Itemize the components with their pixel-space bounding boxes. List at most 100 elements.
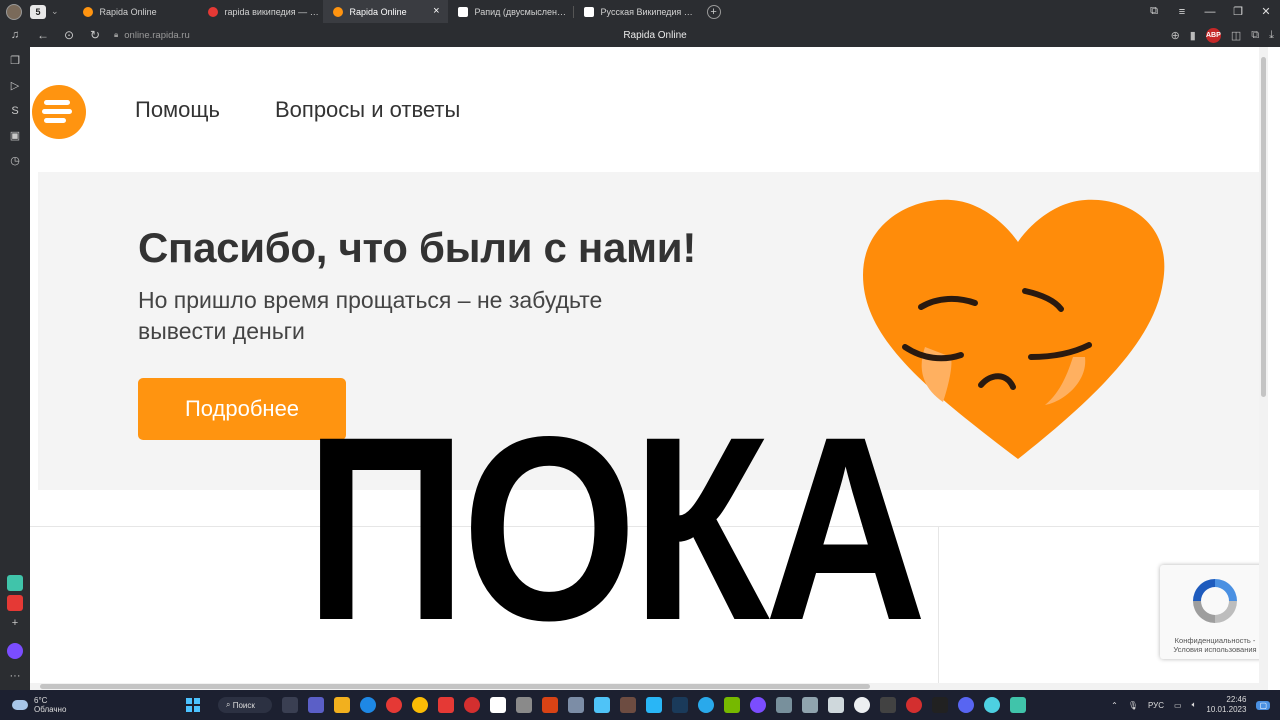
notepad-icon[interactable] — [646, 697, 662, 713]
pinned-apps — [282, 697, 1026, 713]
volume-icon[interactable]: 🔈︎ — [1192, 700, 1197, 710]
opera-icon[interactable] — [386, 697, 402, 713]
chat-icon[interactable] — [308, 697, 324, 713]
settings-icon[interactable] — [776, 697, 792, 713]
app-icon[interactable] — [594, 697, 610, 713]
url-field[interactable]: 🔒︎ online.rapida.ru — [114, 30, 190, 41]
alice-icon[interactable] — [7, 643, 23, 659]
app-icon[interactable] — [984, 697, 1000, 713]
search-label: Поиск — [232, 700, 255, 710]
start-button[interactable] — [186, 698, 200, 712]
share-icon[interactable]: ⧉ — [1251, 29, 1259, 42]
collections-icon[interactable]: ⧉ — [1140, 5, 1168, 18]
nav-help-link[interactable]: Помощь — [135, 97, 220, 123]
camera-icon[interactable] — [802, 697, 818, 713]
rapida-logo[interactable] — [32, 85, 86, 139]
play-icon[interactable]: ▷ — [7, 78, 23, 94]
chevron-down-icon[interactable]: ⌄ — [51, 6, 59, 17]
download-icon[interactable]: ⤓ — [1269, 29, 1274, 42]
wikipedia-favicon-icon — [583, 6, 594, 17]
screenshot-icon[interactable]: ▣ — [7, 128, 23, 144]
pages-icon[interactable]: ❐ — [7, 53, 23, 69]
youtube-icon[interactable] — [7, 595, 23, 611]
yandex-browser-icon[interactable] — [490, 697, 506, 713]
nav-faq-link[interactable]: Вопросы и ответы — [275, 97, 460, 123]
browser-tab[interactable]: Рапид (двусмысленность) — [448, 0, 573, 23]
browser-tab[interactable]: Русская Википедия - Вики — [574, 0, 699, 23]
reader-icon[interactable]: ⊕ — [1171, 29, 1180, 42]
notifications-icon[interactable]: ▢ — [1256, 700, 1270, 710]
bell-icon[interactable]: ♫ — [7, 27, 23, 43]
chrome-icon[interactable] — [412, 697, 428, 713]
clock[interactable]: 22:46 10.01.2023 — [1206, 695, 1246, 715]
horizontal-scrollbar[interactable] — [30, 683, 1268, 690]
more-icon[interactable]: ··· — [7, 668, 23, 684]
system-tray: ⌃ 🎙︎ РУС ▭ 🔈︎ 22:46 10.01.2023 ▢ — [1111, 690, 1270, 720]
tab-counter[interactable]: 5 ⌄ — [6, 3, 59, 21]
app-icon[interactable] — [516, 697, 532, 713]
reload-icon[interactable]: ↻ — [82, 28, 108, 42]
url-text: online.rapida.ru — [124, 29, 190, 41]
alice-icon[interactable] — [750, 697, 766, 713]
back-icon[interactable]: ← — [30, 28, 56, 42]
app-icon[interactable] — [568, 697, 584, 713]
temperature: 6°C — [34, 696, 48, 705]
lock-icon: 🔒︎ — [114, 30, 119, 39]
browser-tab-active[interactable]: Rapida Online × — [322, 0, 448, 23]
explorer-icon[interactable] — [334, 697, 350, 713]
nvidia-icon[interactable] — [724, 697, 740, 713]
ea-icon[interactable] — [464, 697, 480, 713]
browser-tab-strip: 5 ⌄ Rapida Online rapida википедия — Янд… — [0, 0, 1280, 23]
profile-avatar[interactable] — [6, 3, 22, 20]
task-view-icon[interactable] — [282, 697, 298, 713]
telegram-icon[interactable] — [698, 697, 714, 713]
epic-games-icon[interactable] — [932, 697, 948, 713]
weather-widget[interactable]: 6°C Облачно — [12, 696, 66, 714]
office-icon[interactable] — [542, 697, 558, 713]
app-icon[interactable] — [620, 697, 636, 713]
edge-icon[interactable] — [360, 697, 376, 713]
history-icon[interactable]: ◷ — [7, 153, 23, 169]
bookmark-icon[interactable]: ▮ — [1190, 29, 1196, 42]
browser-sidebar: ♫ ❐ ▷ S ▣ ◷ + ··· — [0, 23, 30, 690]
recaptcha-badge[interactable]: Конфиденциальность - Условия использован… — [1160, 565, 1268, 659]
adblock-icon[interactable]: ABP — [1205, 27, 1221, 43]
restore-icon[interactable]: ❐ — [1224, 5, 1252, 18]
add-panel-icon[interactable]: + — [7, 615, 23, 631]
app-icon[interactable] — [880, 697, 896, 713]
yandex-icon[interactable] — [438, 697, 454, 713]
time: 22:46 — [1226, 695, 1247, 704]
network-icon[interactable]: ▭ — [1174, 701, 1182, 710]
overlay-caption: ПОКА — [305, 382, 927, 675]
page-title: Rapida Online — [623, 29, 687, 41]
date: 10.01.2023 — [1206, 705, 1247, 714]
browser-tab[interactable]: rapida википедия — Яндекс — [198, 0, 323, 23]
app-icon[interactable] — [7, 575, 23, 591]
close-window-icon[interactable]: ✕ — [1252, 5, 1280, 18]
browser-tab[interactable]: Rapida Online — [73, 0, 198, 23]
zen-icon[interactable]: S — [7, 103, 23, 119]
ea-app-icon[interactable] — [906, 697, 922, 713]
taskbar-search[interactable]: ⌕ Поиск — [218, 697, 272, 713]
scroll-thumb[interactable] — [1261, 57, 1266, 397]
microphone-icon[interactable]: 🎙︎ — [1128, 701, 1138, 710]
logitech-icon[interactable] — [854, 697, 870, 713]
rapida-favicon-icon — [332, 6, 343, 17]
tab-count-badge[interactable]: 5 — [30, 4, 46, 19]
calculator-icon[interactable] — [828, 697, 844, 713]
chevron-up-icon[interactable]: ⌃ — [1111, 701, 1118, 710]
new-tab-button[interactable]: + — [706, 4, 721, 19]
recaptcha-icon — [1193, 579, 1237, 623]
yandex-icon[interactable]: ⊙ — [56, 28, 82, 42]
language-indicator[interactable]: РУС — [1148, 701, 1164, 710]
steam-icon[interactable] — [672, 697, 688, 713]
recaptcha-text: Конфиденциальность - Условия использован… — [1173, 636, 1257, 654]
menu-icon[interactable]: ≡ — [1168, 6, 1196, 18]
extensions-icon[interactable]: ◫ — [1231, 29, 1241, 42]
minimize-icon[interactable]: — — [1196, 6, 1224, 18]
app-icon[interactable] — [1010, 697, 1026, 713]
discord-icon[interactable] — [958, 697, 974, 713]
vertical-scrollbar[interactable] — [1259, 47, 1268, 683]
close-tab-icon[interactable]: × — [433, 5, 439, 17]
scroll-thumb[interactable] — [40, 684, 870, 689]
